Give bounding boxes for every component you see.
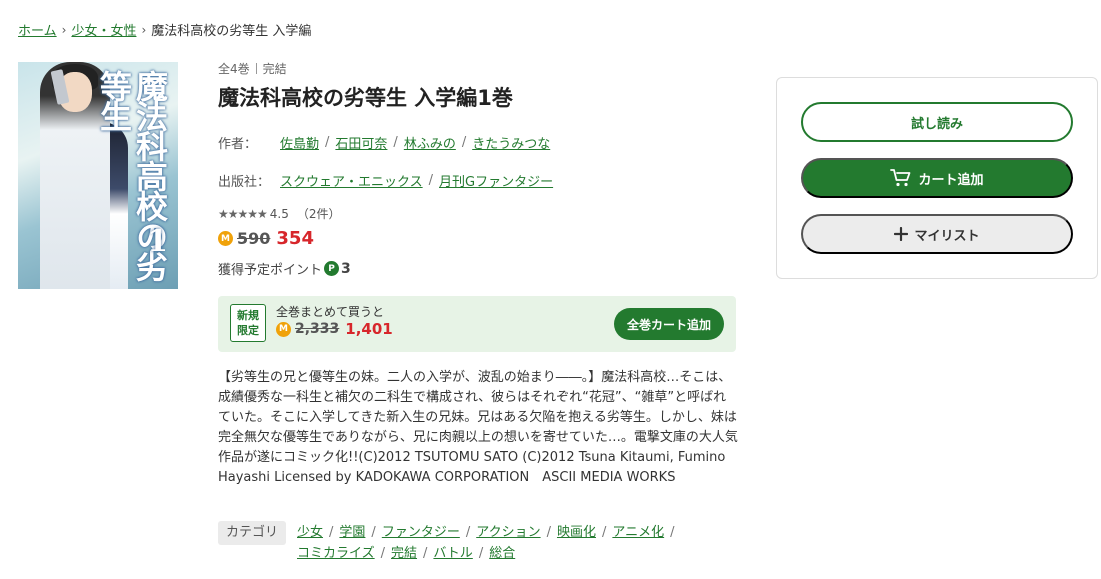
category-label: カテゴリ [218, 521, 287, 545]
magazine-link[interactable]: 月刊Gファンタジー [439, 171, 553, 190]
separator: / [393, 135, 398, 150]
category-link[interactable]: 完結 [391, 543, 417, 564]
author-link[interactable]: 林ふみの [404, 133, 456, 152]
category-item: バトル / [433, 543, 489, 564]
separator: / [546, 525, 551, 540]
chevron-right-icon: › [141, 22, 147, 37]
category-link[interactable]: 学園 [339, 522, 365, 543]
review-count: （2件） [296, 207, 341, 221]
category-link[interactable]: 少女 [297, 522, 323, 543]
separator: / [478, 546, 484, 561]
author-link[interactable]: きたうみつな [472, 133, 550, 152]
coin-icon: M [276, 321, 291, 337]
cart-icon [890, 169, 911, 187]
separator: / [428, 173, 434, 188]
point-icon: P [324, 261, 340, 276]
bundle-original-price: 2,333 [295, 321, 340, 337]
category-item: ファンタジー / [382, 522, 476, 543]
bundle-text: 全巻まとめて買うと [276, 305, 385, 319]
sale-price: 354 [276, 228, 314, 249]
authors-row: 作者： 佐島勤 / 石田可奈 / 林ふみの / きたうみつな [218, 133, 550, 152]
authors-label: 作者： [218, 137, 258, 152]
points-value: 3 [341, 260, 351, 277]
rating[interactable]: ★★★★★ 4.5 （2件） [218, 205, 341, 222]
category-link[interactable]: アニメ化 [612, 522, 664, 543]
add-to-cart-button[interactable]: カート追加 [801, 158, 1073, 198]
earn-points: 獲得予定ポイント P 3 [218, 259, 351, 279]
separator: / [380, 546, 386, 561]
completion-status: 完結 [262, 61, 287, 76]
breadcrumb: ホーム › 少女・女性 › 魔法科高校の劣等生 入学編 [18, 20, 312, 40]
category-link[interactable]: アクション [476, 522, 540, 543]
star-rating-icon: ★★★★★ [218, 206, 268, 221]
publisher-link[interactable]: スクウェア・エニックス [280, 171, 423, 190]
category-link[interactable]: 映画化 [557, 522, 596, 543]
publisher-row: 出版社： スクウェア・エニックス / 月刊Gファンタジー [218, 171, 553, 190]
category-link[interactable]: バトル [433, 543, 472, 564]
add-to-cart-label: カート追加 [918, 171, 984, 187]
product-info: 全4巻 完結 魔法科高校の劣等生 入学編1巻 作者： 佐島勤 / 石田可奈 / … [218, 58, 738, 278]
cover-volume-number: 1 [147, 224, 168, 259]
author-link[interactable]: 石田可奈 [335, 133, 387, 152]
author-link[interactable]: 佐島勤 [280, 133, 319, 152]
bundle-offer: 新規 限定 全巻まとめて買うと M 2,333 1,401 全巻カート追加 [218, 296, 736, 352]
purchase-actions: 試し読み カート追加 マイリスト [776, 77, 1098, 279]
price: M 590 354 [218, 228, 314, 249]
publisher-label: 出版社： [218, 175, 271, 190]
new-limited-badge: 新規 限定 [230, 304, 266, 342]
add-to-mylist-button[interactable]: マイリスト [801, 214, 1073, 254]
category-item: 総合 [489, 543, 515, 564]
category-item: コミカライズ / [297, 543, 391, 564]
plus-icon [894, 227, 909, 241]
category-item: 完結 / [391, 543, 433, 564]
separator: / [461, 135, 467, 150]
breadcrumb-category-link[interactable]: 少女・女性 [71, 20, 136, 39]
category-item: アニメ化 / [612, 522, 680, 543]
category-item: 映画化 / [557, 522, 612, 543]
breadcrumb-home-link[interactable]: ホーム [18, 20, 57, 39]
chevron-right-icon: › [61, 22, 67, 37]
separator: / [670, 525, 675, 540]
separator: / [325, 135, 330, 150]
rating-score: 4.5 [269, 206, 289, 221]
separator: / [371, 525, 376, 540]
divider [255, 62, 257, 74]
add-all-to-cart-button[interactable]: 全巻カート追加 [614, 308, 724, 340]
category-list: 少女 / 学園 / ファンタジー / アクション / 映画化 / アニメ化 / コミカライズ… [297, 522, 717, 564]
description: 【劣等生の兄と優等生の妹。二人の入学が、波乱の始まり――。】魔法科高校…そこは、… [218, 370, 738, 485]
trial-read-button[interactable]: 試し読み [801, 102, 1073, 142]
category-item: 学園 / [339, 522, 381, 543]
original-price: 590 [237, 229, 271, 248]
separator: / [329, 525, 334, 540]
badge-line: 限定 [237, 324, 259, 337]
breadcrumb-current: 魔法科高校の劣等生 入学編 [151, 24, 312, 39]
bundle-price: M 2,333 1,401 [276, 320, 393, 338]
category-link[interactable]: 総合 [489, 543, 515, 564]
points-label: 獲得予定ポイント [218, 263, 323, 278]
category-link[interactable]: コミカライズ [297, 543, 375, 564]
coin-icon: M [218, 231, 233, 246]
bundle-sale-price: 1,401 [345, 320, 393, 338]
separator: / [465, 525, 471, 540]
add-to-mylist-label: マイリスト [914, 227, 980, 243]
badge-line: 新規 [237, 309, 259, 322]
separator: / [601, 525, 607, 540]
separator: / [423, 546, 428, 561]
volume-count: 全4巻 [218, 61, 250, 76]
category-item: 少女 / [297, 522, 339, 543]
book-cover-image[interactable]: 魔法科高校の劣等生 1 [18, 62, 178, 289]
volume-meta: 全4巻 完結 [218, 58, 738, 78]
product-title: 魔法科高校の劣等生 入学編1巻 [218, 86, 513, 110]
category-link[interactable]: ファンタジー [382, 522, 460, 543]
category-item: アクション / [476, 522, 557, 543]
